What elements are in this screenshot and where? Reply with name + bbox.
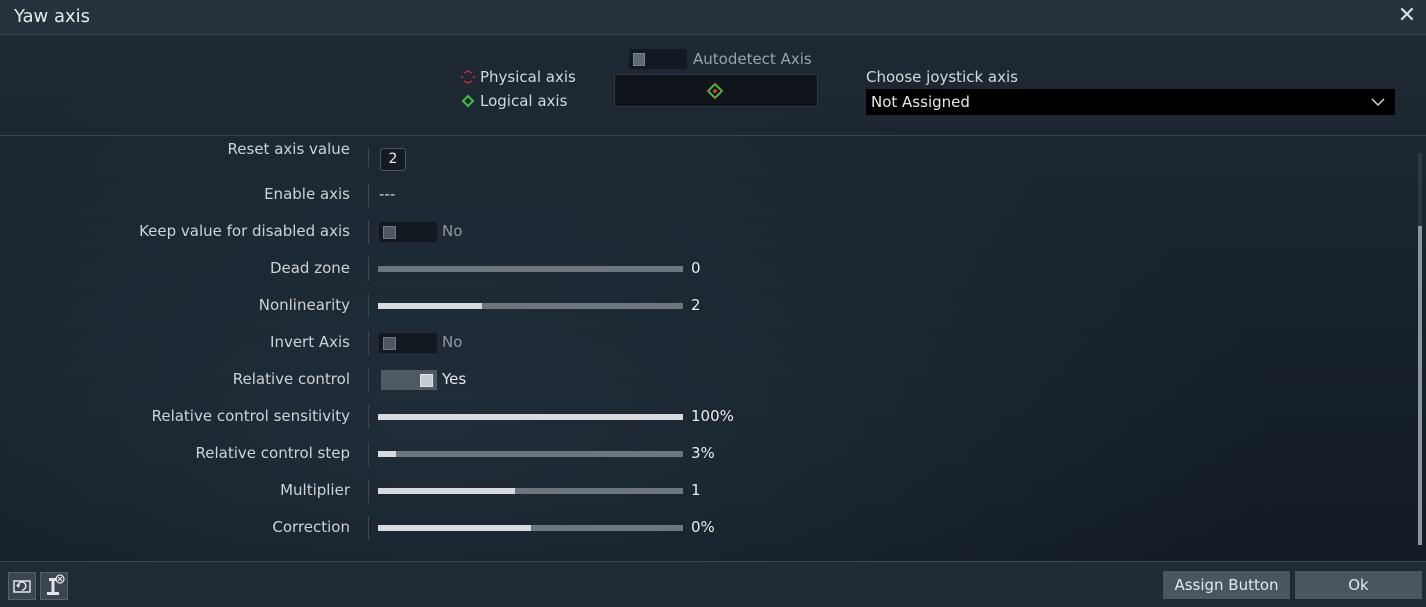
setting-dead-zone: Dead zone 0 bbox=[0, 250, 1000, 287]
slider-fill bbox=[378, 451, 397, 457]
ok-button[interactable]: Ok bbox=[1295, 571, 1422, 599]
relative-sensitivity-value: 100% bbox=[691, 407, 734, 425]
row-divider bbox=[368, 147, 369, 167]
slider-fill bbox=[378, 414, 683, 420]
row-divider bbox=[368, 442, 369, 466]
slider-fill bbox=[378, 488, 516, 494]
window-title: Yaw axis bbox=[14, 6, 91, 27]
assign-button[interactable]: Assign Button bbox=[1163, 571, 1290, 599]
correction-value: 0% bbox=[691, 518, 715, 536]
row-divider bbox=[368, 257, 369, 281]
setting-relative-step: Relative control step 3% bbox=[0, 435, 1000, 472]
unassign-joystick-icon bbox=[47, 574, 65, 595]
legend-logical-label: Logical axis bbox=[480, 92, 568, 110]
setting-label: Nonlinearity bbox=[258, 296, 350, 314]
row-divider bbox=[368, 516, 369, 540]
setting-label: Relative control step bbox=[195, 444, 350, 462]
legend-physical-label: Physical axis bbox=[480, 68, 576, 86]
relative-step-value: 3% bbox=[691, 444, 715, 462]
setting-label: Enable axis bbox=[264, 185, 350, 203]
relative-sensitivity-slider[interactable] bbox=[378, 414, 683, 420]
reset-axis-key[interactable]: 2 bbox=[380, 148, 406, 171]
setting-relative-control: Relative control Yes bbox=[0, 361, 1000, 398]
keep-value-toggle[interactable] bbox=[379, 222, 437, 242]
reset-button[interactable] bbox=[8, 572, 36, 600]
choose-joystick-axis-label: Choose joystick axis bbox=[866, 68, 1018, 86]
setting-enable-axis: Enable axis --- bbox=[0, 176, 1000, 213]
setting-nonlinearity: Nonlinearity 2 bbox=[0, 287, 1000, 324]
setting-invert-axis: Invert Axis No bbox=[0, 324, 1000, 361]
toggle-knob bbox=[383, 337, 396, 350]
invert-axis-state: No bbox=[442, 333, 463, 351]
keep-value-state: No bbox=[442, 222, 463, 240]
chevron-down-icon bbox=[1371, 90, 1385, 124]
relative-control-state: Yes bbox=[442, 370, 467, 388]
enable-axis-value[interactable]: --- bbox=[379, 185, 395, 203]
setting-label: Relative control sensitivity bbox=[151, 407, 350, 425]
setting-multiplier: Multiplier 1 bbox=[0, 472, 1000, 509]
multiplier-slider[interactable] bbox=[378, 488, 683, 494]
setting-label: Multiplier bbox=[280, 481, 350, 499]
row-divider bbox=[368, 331, 369, 355]
axis-settings-list: Reset axis value 2 Enable axis --- Keep … bbox=[0, 137, 1410, 561]
axis-marker-icon bbox=[706, 82, 724, 100]
nonlinearity-slider[interactable] bbox=[378, 303, 683, 309]
setting-label: Correction bbox=[272, 518, 350, 536]
joystick-axis-select[interactable]: Not Assigned bbox=[866, 89, 1395, 115]
invert-axis-toggle[interactable] bbox=[379, 333, 437, 353]
divider bbox=[0, 135, 1426, 136]
setting-relative-sensitivity: Relative control sensitivity 100% bbox=[0, 398, 1000, 435]
axis-position-preview bbox=[614, 74, 818, 107]
setting-label: Relative control bbox=[232, 370, 350, 388]
setting-keep-value: Keep value for disabled axis No bbox=[0, 213, 1000, 250]
setting-label: Keep value for disabled axis bbox=[139, 222, 350, 240]
row-divider bbox=[368, 294, 369, 318]
reset-icon bbox=[13, 580, 31, 593]
relative-step-slider[interactable] bbox=[378, 451, 683, 457]
toggle-knob bbox=[383, 226, 396, 239]
row-divider bbox=[368, 183, 369, 207]
close-icon[interactable]: ✕ bbox=[1396, 5, 1418, 27]
slider-fill bbox=[378, 525, 531, 531]
setting-label: Reset axis value bbox=[227, 140, 350, 158]
slider-fill bbox=[378, 303, 482, 309]
physical-axis-icon bbox=[461, 70, 475, 84]
joystick-axis-value: Not Assigned bbox=[871, 93, 970, 111]
autodetect-axis-label: Autodetect Axis bbox=[693, 50, 812, 68]
multiplier-value: 1 bbox=[691, 481, 701, 499]
settings-scrollbar[interactable] bbox=[1418, 153, 1422, 545]
setting-label: Invert Axis bbox=[270, 333, 350, 351]
dead-zone-slider[interactable] bbox=[378, 266, 683, 272]
toggle-knob bbox=[633, 53, 645, 66]
scrollbar-thumb[interactable] bbox=[1418, 226, 1422, 545]
relative-control-toggle[interactable] bbox=[381, 370, 437, 390]
axis-header-panel: Physical axis Logical axis Autodetect Ax… bbox=[0, 35, 1426, 135]
correction-slider[interactable] bbox=[378, 525, 683, 531]
unassign-joystick-button[interactable] bbox=[40, 572, 68, 600]
row-divider bbox=[368, 479, 369, 503]
legend-physical: Physical axis bbox=[460, 68, 576, 86]
row-divider bbox=[368, 405, 369, 429]
logical-axis-icon bbox=[461, 94, 475, 108]
toggle-knob bbox=[420, 374, 433, 387]
setting-reset-axis-value: Reset axis value 2 bbox=[0, 137, 1000, 174]
dead-zone-value: 0 bbox=[691, 259, 701, 277]
autodetect-axis-toggle[interactable] bbox=[629, 49, 687, 69]
setting-label: Dead zone bbox=[269, 259, 350, 277]
setting-correction: Correction 0% bbox=[0, 509, 1000, 546]
footer-bar: Assign Button Ok bbox=[0, 562, 1426, 607]
nonlinearity-value: 2 bbox=[691, 296, 701, 314]
row-divider bbox=[368, 368, 369, 392]
row-divider bbox=[368, 220, 369, 244]
legend-logical: Logical axis bbox=[460, 92, 567, 110]
title-bar: Yaw axis ✕ bbox=[0, 0, 1426, 35]
